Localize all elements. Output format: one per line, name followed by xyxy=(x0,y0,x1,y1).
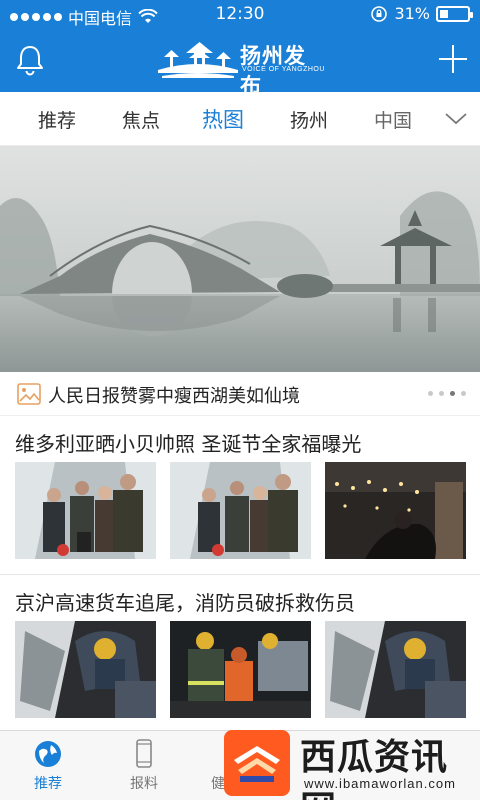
pager-dot xyxy=(439,391,444,396)
hero-caption-text: 人民日报赞雾中瘦西湖美如仙境 xyxy=(48,386,300,407)
carousel-pager xyxy=(428,391,466,396)
hero-caption[interactable]: 人民日报赞雾中瘦西湖美如仙境 xyxy=(0,372,480,416)
misty-lake-bridge-photo xyxy=(0,146,480,372)
news-thumbnail xyxy=(170,621,311,718)
pager-dot xyxy=(450,391,455,396)
app-subtitle: VOICE OF YANGZHOU xyxy=(242,66,325,73)
hero-image[interactable] xyxy=(0,146,480,372)
tab-china[interactable]: 中国 xyxy=(374,106,412,133)
status-bar: 中国电信 12:30 31% xyxy=(0,0,480,30)
pager-dot xyxy=(461,391,466,396)
tab-recommend[interactable]: 推荐 xyxy=(38,106,76,133)
phone-icon xyxy=(136,739,152,768)
globe-icon xyxy=(35,741,61,767)
bell-icon[interactable] xyxy=(12,42,48,78)
nav-bar: 扬州发布 VOICE OF YANGZHOU xyxy=(0,30,480,98)
tabbar-item-report[interactable]: 报料 xyxy=(114,739,174,793)
app-logo: 扬州发布 VOICE OF YANGZHOU xyxy=(156,38,326,98)
status-right: 31% xyxy=(370,4,473,23)
tab-hot-pictures[interactable]: 热图 xyxy=(202,104,244,134)
tabbar-label: 报料 xyxy=(130,776,158,792)
category-tabs: 推荐 焦点 热图 扬州 中国 xyxy=(0,92,480,146)
tabbar-label: 推荐 xyxy=(34,776,62,792)
pavilion-logo-icon xyxy=(158,42,238,78)
watermark: 西瓜资讯网 www.ibamaworlan.com xyxy=(222,726,480,800)
rotation-lock-icon xyxy=(371,5,388,22)
plus-icon[interactable] xyxy=(436,42,470,76)
news-item[interactable]: 京沪高速货车追尾，消防员破拆救伤员 xyxy=(0,575,480,725)
tab-yangzhou[interactable]: 扬州 xyxy=(290,106,328,133)
pager-dot xyxy=(428,391,433,396)
news-thumbnail xyxy=(15,621,156,718)
image-icon xyxy=(17,383,41,405)
news-thumbnail xyxy=(15,462,156,559)
chevron-down-icon[interactable] xyxy=(444,106,468,130)
app-header: 中国电信 12:30 31% 扬州发布 VOICE OF YANGZHOU xyxy=(0,0,480,98)
battery-icon xyxy=(436,5,473,22)
tab-focus[interactable]: 焦点 xyxy=(122,106,160,133)
news-headline: 维多利亚晒小贝帅照 圣诞节全家福曝光 xyxy=(15,432,362,456)
battery-percent: 31% xyxy=(394,4,430,23)
watermark-logo-icon xyxy=(224,730,290,796)
news-thumbnail xyxy=(170,462,311,559)
news-item[interactable]: 维多利亚晒小贝帅照 圣诞节全家福曝光 xyxy=(0,416,480,574)
news-headline: 京沪高速货车追尾，消防员破拆救伤员 xyxy=(15,591,355,615)
watermark-url: www.ibamaworlan.com xyxy=(304,776,456,791)
tabbar-item-recommend[interactable]: 推荐 xyxy=(18,739,78,793)
news-thumbnail xyxy=(325,621,466,718)
news-thumbnail xyxy=(325,462,466,559)
